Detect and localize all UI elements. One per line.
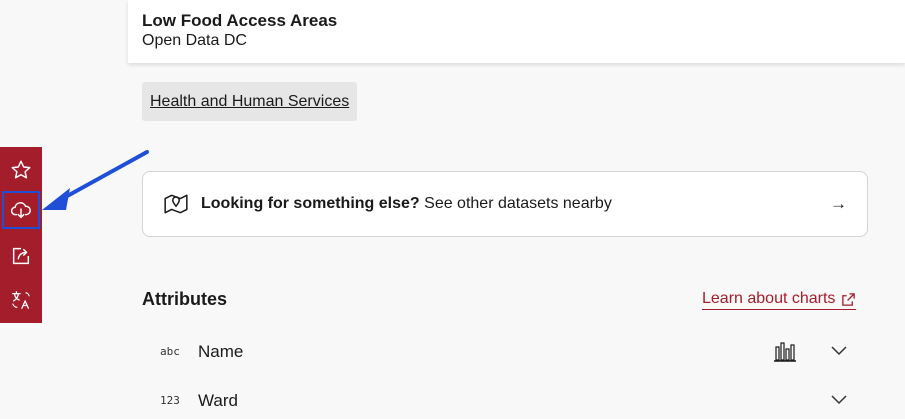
attribute-row[interactable]: 123 Ward xyxy=(142,386,868,416)
bar-chart-icon[interactable] xyxy=(772,337,798,363)
category-tag[interactable]: Health and Human Services xyxy=(142,82,358,121)
map-pin-icon xyxy=(164,194,188,214)
number-type-icon: 123 xyxy=(160,394,180,407)
nearby-datasets-banner[interactable]: Looking for something else? See other da… xyxy=(142,171,868,237)
text-type-icon: abc xyxy=(160,345,180,358)
attributes-heading: Attributes xyxy=(142,289,227,309)
dataset-title: Low Food Access Areas xyxy=(142,11,338,30)
attribute-name: Name xyxy=(198,342,244,361)
dataset-header: Low Food Access Areas Open Data DC xyxy=(128,0,905,63)
chevron-down-icon[interactable] xyxy=(830,341,848,359)
translate-icon xyxy=(12,291,30,309)
learn-about-charts-link[interactable]: Learn about charts xyxy=(702,290,857,310)
cloud-download-icon xyxy=(10,202,31,219)
banner-bold-text: Looking for something else? xyxy=(201,195,420,212)
learn-link-label: Learn about charts xyxy=(702,290,836,307)
attribute-row[interactable]: abc Name xyxy=(142,337,868,367)
external-link-icon xyxy=(842,292,856,306)
action-sidebar xyxy=(0,147,42,323)
chevron-down-icon[interactable] xyxy=(830,390,848,408)
share-button[interactable] xyxy=(2,237,40,275)
favorite-button[interactable] xyxy=(2,151,40,189)
translate-button[interactable] xyxy=(2,281,40,319)
download-button[interactable] xyxy=(2,191,40,229)
attribute-name: Ward xyxy=(198,391,238,410)
dataset-publisher[interactable]: Open Data DC xyxy=(142,31,905,51)
share-icon xyxy=(12,247,30,265)
banner-link-text: See other datasets nearby xyxy=(424,195,612,212)
banner-text: Looking for something else? See other da… xyxy=(201,195,612,213)
arrow-right-icon[interactable]: → xyxy=(830,194,847,214)
star-icon xyxy=(11,160,31,179)
